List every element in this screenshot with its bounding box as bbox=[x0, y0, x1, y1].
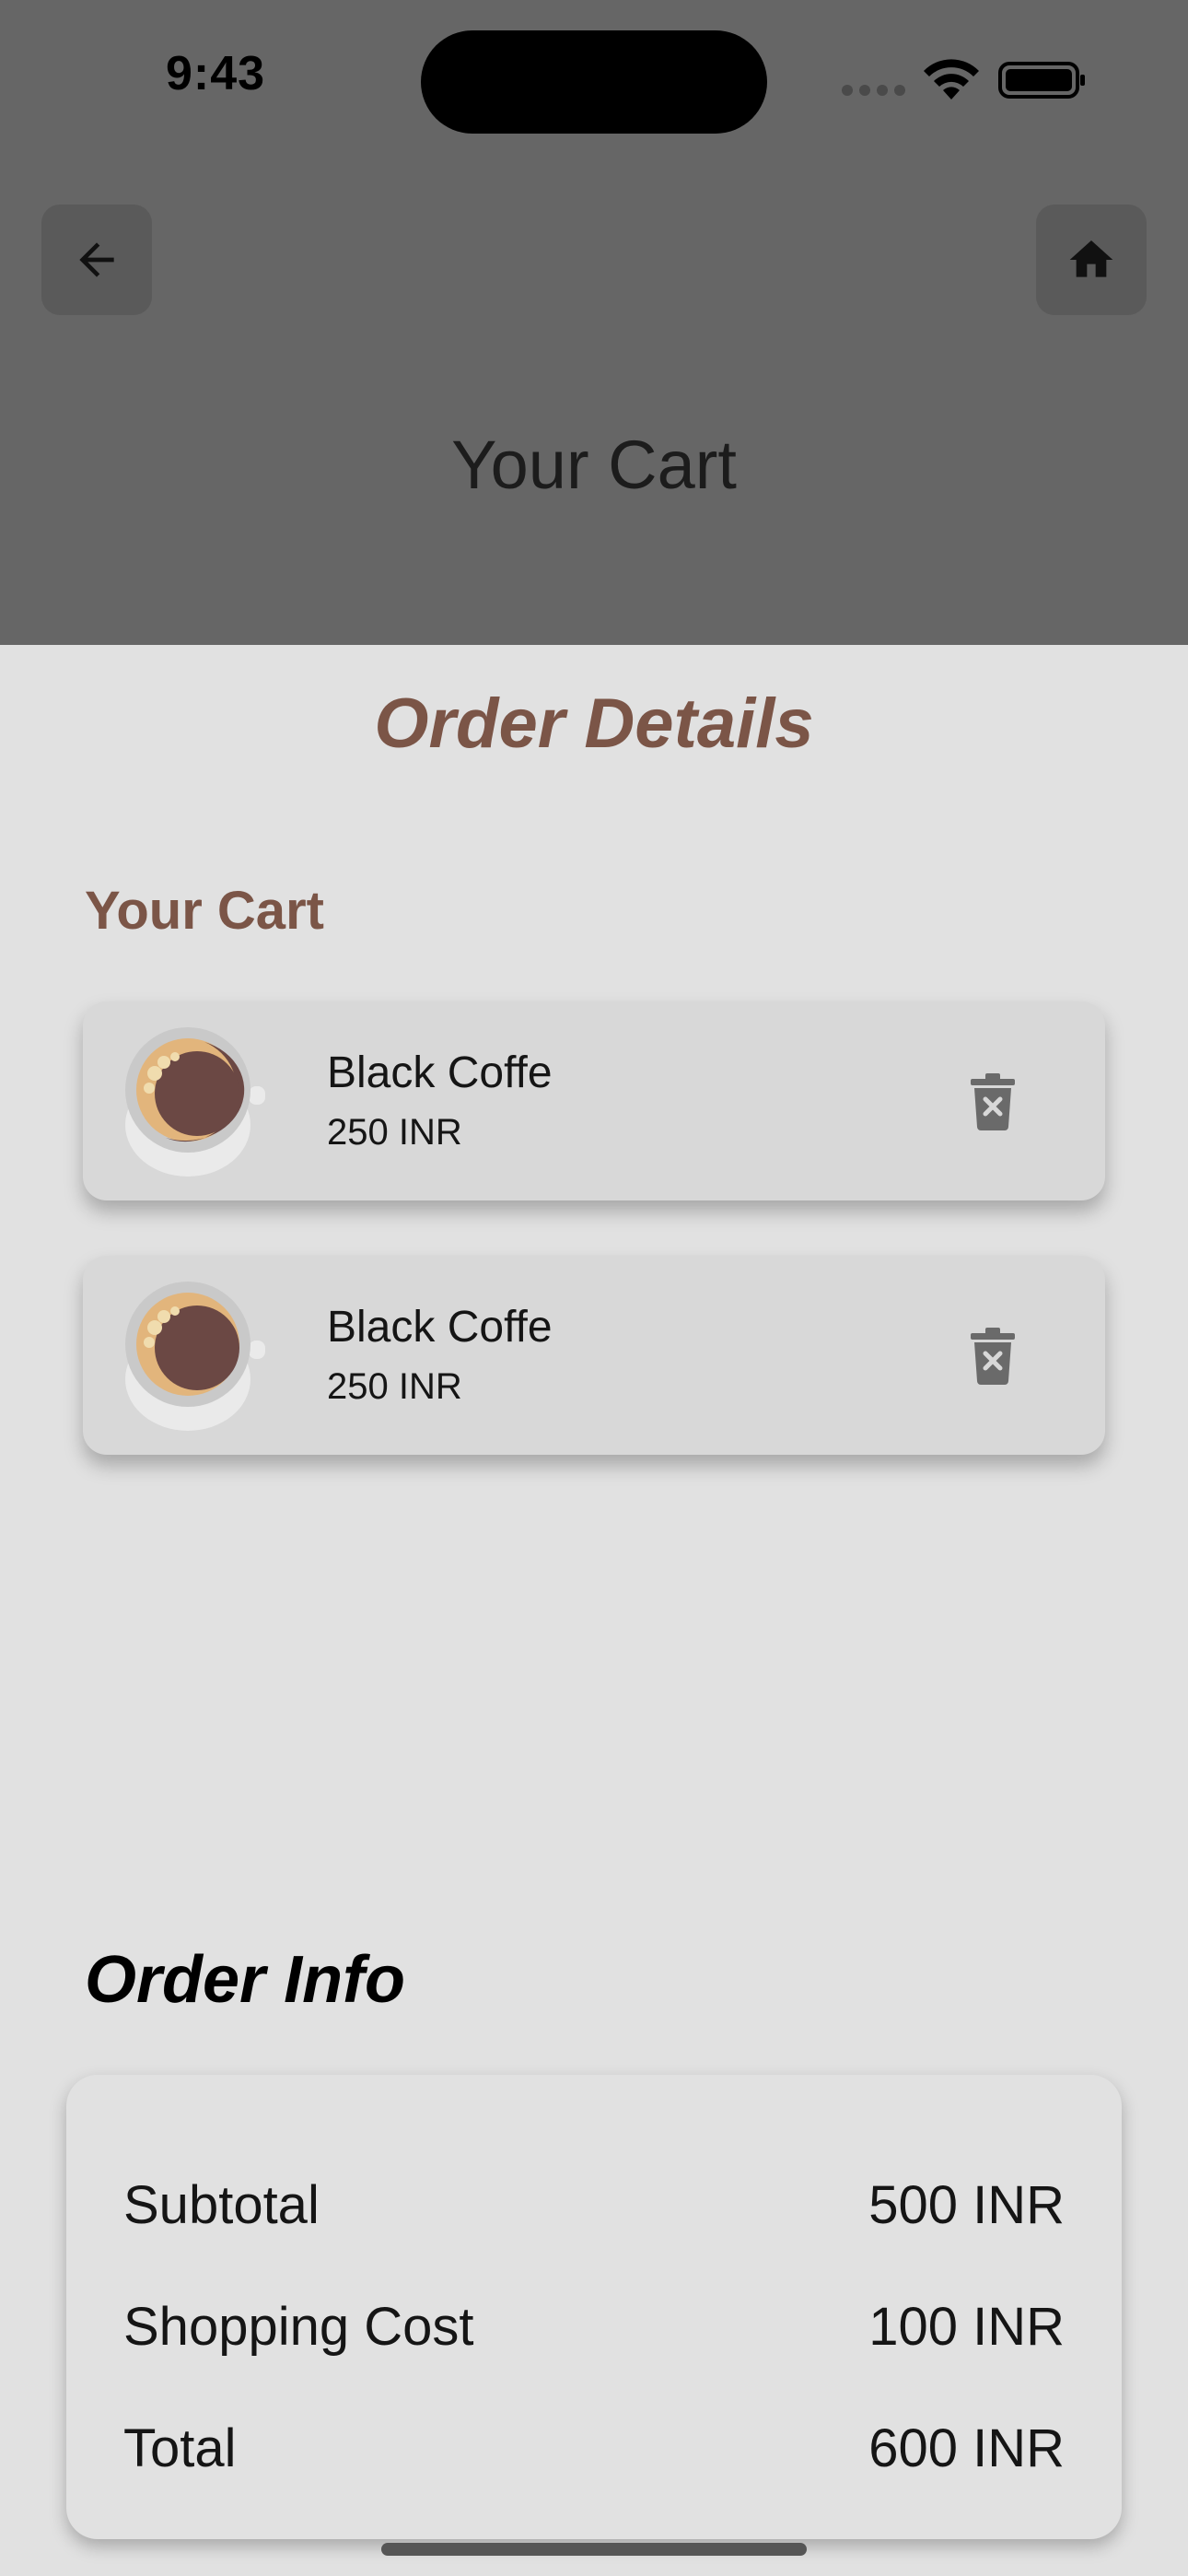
shipping-value: 100 INR bbox=[868, 2297, 1065, 2357]
shipping-label: Shopping Cost bbox=[123, 2297, 474, 2357]
cart-section-title: Your Cart bbox=[85, 881, 324, 941]
order-summary-card: Subtotal 500 INR Shopping Cost 100 INR T… bbox=[66, 2075, 1122, 2539]
item-name: Black Coffe bbox=[327, 1048, 553, 1097]
total-value: 600 INR bbox=[868, 2418, 1065, 2478]
battery-icon bbox=[998, 62, 1085, 99]
cart-item[interactable]: Black Coffe 250 INR bbox=[83, 1001, 1105, 1200]
total-label: Total bbox=[123, 2418, 237, 2478]
item-price: 250 INR bbox=[327, 1112, 462, 1153]
coffee-cup-icon bbox=[125, 1027, 265, 1177]
wifi-icon bbox=[924, 59, 979, 100]
subtotal-label: Subtotal bbox=[123, 2175, 320, 2235]
trash-icon[interactable] bbox=[967, 1073, 1019, 1130]
page-title: Your Cart bbox=[451, 427, 737, 503]
item-price: 250 INR bbox=[327, 1366, 462, 1407]
arrow-left-icon bbox=[79, 242, 114, 277]
subtotal-value: 500 INR bbox=[868, 2175, 1065, 2235]
home-indicator[interactable] bbox=[381, 2543, 807, 2556]
cellular-signal-icon bbox=[842, 85, 905, 96]
back-button[interactable] bbox=[41, 205, 152, 315]
order-info-title: Order Info bbox=[85, 1943, 406, 2017]
order-details-title: Order Details bbox=[374, 685, 814, 763]
status-bar: 9:43 bbox=[0, 0, 1188, 157]
item-name: Black Coffe bbox=[327, 1303, 553, 1352]
coffee-cup-icon bbox=[125, 1282, 265, 1431]
home-button[interactable] bbox=[1036, 205, 1147, 315]
cart-item[interactable]: Black Coffe 250 INR bbox=[83, 1256, 1105, 1455]
home-icon bbox=[1069, 240, 1113, 277]
dynamic-island bbox=[421, 30, 767, 134]
trash-icon[interactable] bbox=[967, 1328, 1019, 1385]
status-time: 9:43 bbox=[166, 47, 266, 100]
